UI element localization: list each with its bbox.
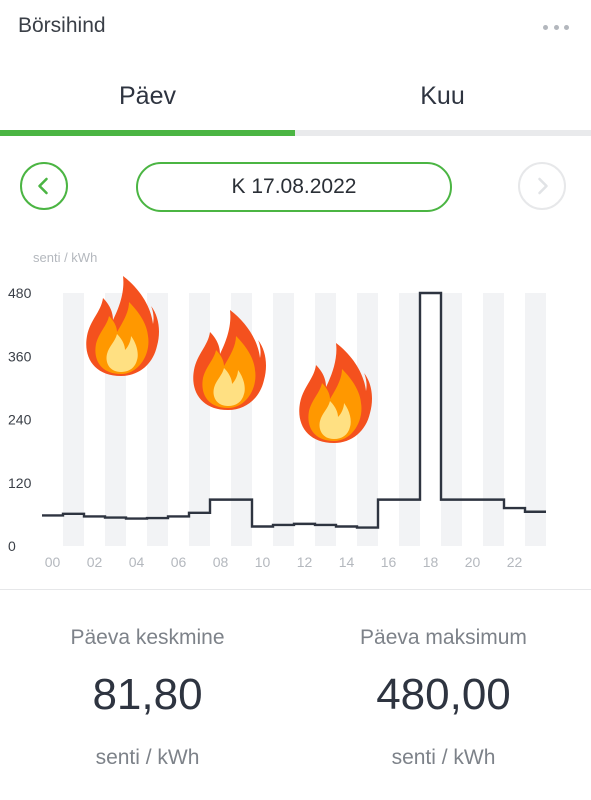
average-value: 81,80 bbox=[92, 670, 203, 719]
x-tick-label: 00 bbox=[45, 554, 61, 570]
more-options-icon[interactable] bbox=[543, 22, 569, 32]
section-divider bbox=[0, 589, 591, 590]
x-tick-label: 18 bbox=[423, 554, 439, 570]
x-tick-label: 14 bbox=[339, 554, 355, 570]
chart-stripe bbox=[441, 293, 462, 546]
average-label: Päeva keskmine bbox=[70, 626, 225, 649]
chart-stripe bbox=[483, 293, 504, 546]
x-tick-label: 10 bbox=[255, 554, 271, 570]
x-tick-label: 08 bbox=[213, 554, 229, 570]
next-day-button[interactable] bbox=[518, 162, 566, 210]
tab-active-indicator bbox=[0, 130, 295, 136]
chart-stripe bbox=[399, 293, 420, 546]
maximum-value: 480,00 bbox=[376, 670, 511, 719]
x-tick-label: 02 bbox=[87, 554, 103, 570]
x-tick-label: 16 bbox=[381, 554, 397, 570]
x-axis-ticks: 00 02 04 06 08 10 12 14 16 18 20 22 bbox=[45, 554, 523, 570]
price-chart: senti / kWh 0 120 240 360 480 00 02 04 06 08 10 12… bbox=[8, 250, 546, 570]
maximum-unit: senti / kWh bbox=[391, 746, 496, 769]
x-tick-label: 12 bbox=[297, 554, 313, 570]
maximum-label: Päeva maksimum bbox=[360, 626, 527, 649]
tab-day[interactable]: Päev bbox=[0, 62, 295, 130]
chart-stripe bbox=[63, 293, 84, 546]
chevron-right-icon bbox=[538, 177, 548, 195]
daily-maximum-stat: Päeva maksimum 480,00 senti / kWh bbox=[296, 626, 591, 770]
x-tick-label: 20 bbox=[465, 554, 481, 570]
y-axis-ticks: 0 120 240 360 480 bbox=[8, 285, 32, 554]
y-tick-label: 480 bbox=[8, 285, 32, 301]
x-tick-label: 22 bbox=[507, 554, 523, 570]
x-tick-label: 04 bbox=[129, 554, 145, 570]
chart-stripe bbox=[273, 293, 294, 546]
daily-average-stat: Päeva keskmine 81,80 senti / kWh bbox=[0, 626, 295, 770]
top-bar: Börsihind bbox=[0, 0, 591, 56]
chart-stripe bbox=[189, 293, 210, 546]
y-axis-label: senti / kWh bbox=[33, 250, 97, 265]
x-tick-label: 06 bbox=[171, 554, 187, 570]
y-tick-label: 0 bbox=[8, 538, 16, 554]
fire-icon bbox=[86, 276, 159, 376]
y-tick-label: 120 bbox=[8, 475, 32, 491]
chevron-left-icon bbox=[38, 177, 48, 195]
date-selector[interactable]: K 17.08.2022 bbox=[136, 162, 452, 212]
average-unit: senti / kWh bbox=[95, 746, 200, 769]
period-tabs: Päev Kuu bbox=[0, 62, 591, 136]
tab-month[interactable]: Kuu bbox=[295, 62, 590, 130]
date-navigation: K 17.08.2022 bbox=[0, 160, 591, 216]
previous-day-button[interactable] bbox=[20, 162, 68, 210]
page-title: Börsihind bbox=[18, 14, 106, 37]
chart-stripe bbox=[525, 293, 546, 546]
y-tick-label: 240 bbox=[8, 412, 32, 428]
y-tick-label: 360 bbox=[8, 348, 32, 364]
